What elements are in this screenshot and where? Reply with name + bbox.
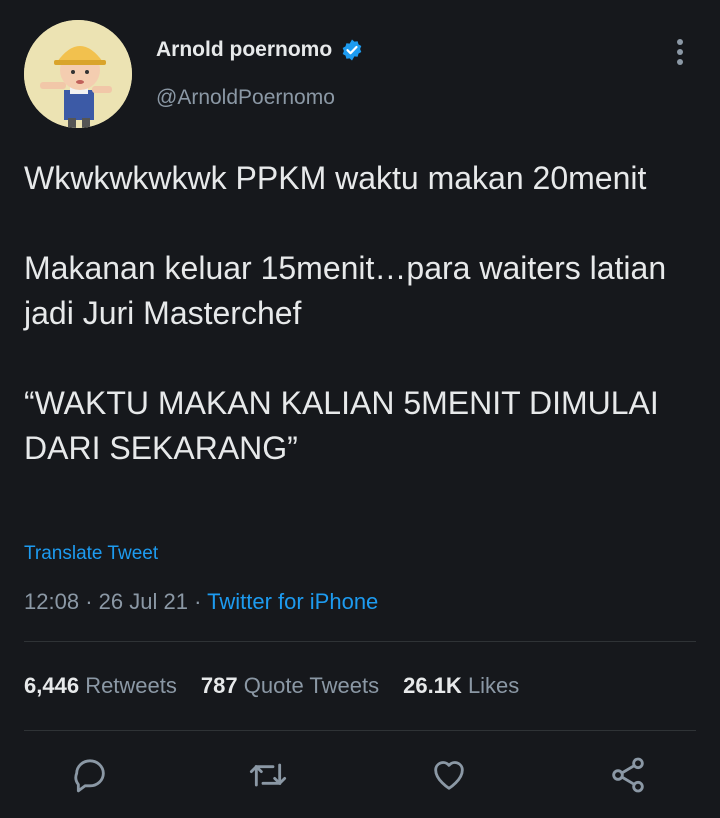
tweet-header: Arnold poernomo @ArnoldPoernomo xyxy=(24,20,696,130)
heart-icon xyxy=(434,761,464,790)
likes-label: Likes xyxy=(467,673,520,698)
author-name-row[interactable]: Arnold poernomo xyxy=(156,38,364,62)
tweet-time: 12:08 xyxy=(24,589,80,614)
tweet-paragraph: Makanan keluar 15menit…para waiters lati… xyxy=(24,250,667,331)
share-button[interactable] xyxy=(603,750,653,800)
reply-icon xyxy=(74,759,105,793)
divider xyxy=(24,730,696,731)
more-vertical-icon[interactable] xyxy=(674,38,686,66)
divider xyxy=(24,641,696,642)
retweets-stat[interactable]: 6,446 Retweets xyxy=(24,673,177,699)
tweet-paragraph: Wkwkwkwkwk PPKM waktu makan 20menit xyxy=(24,160,647,196)
quote-tweets-label: Quote Tweets xyxy=(243,673,380,698)
verified-badge-icon xyxy=(342,39,362,61)
tweet-text: Wkwkwkwkwk PPKM waktu makan 20menit Maka… xyxy=(24,156,684,471)
tweet-source-link[interactable]: Twitter for iPhone xyxy=(207,589,378,614)
tweet-date: 26 Jul 21 xyxy=(98,589,188,614)
separator: · xyxy=(194,589,202,614)
likes-stat[interactable]: 26.1K Likes xyxy=(403,673,519,699)
tweet-meta: 12:08 · 26 Jul 21 · Twitter for iPhone xyxy=(24,589,378,615)
avatar[interactable] xyxy=(24,20,132,128)
quote-tweets-count: 787 xyxy=(200,673,238,698)
share-icon xyxy=(612,757,644,793)
separator: · xyxy=(85,589,93,614)
tweet-stats: 6,446 Retweets 787 Quote Tweets 26.1K Li… xyxy=(24,673,543,699)
tweet-paragraph: “WAKTU MAKAN KALIAN 5MENIT DIMULAI DARI … xyxy=(24,385,659,466)
quote-tweets-stat[interactable]: 787 Quote Tweets xyxy=(201,673,379,699)
retweets-count: 6,446 xyxy=(24,673,80,698)
reply-button[interactable] xyxy=(65,750,115,800)
tweet-actions xyxy=(0,750,720,810)
like-button[interactable] xyxy=(424,750,474,800)
author-name[interactable]: Arnold poernomo xyxy=(156,38,332,62)
retweet-button[interactable] xyxy=(243,750,293,800)
retweets-label: Retweets xyxy=(85,673,177,698)
author-handle[interactable]: @ArnoldPoernomo xyxy=(156,86,335,110)
retweet-icon xyxy=(249,763,287,787)
likes-count: 26.1K xyxy=(403,673,462,698)
translate-tweet-link[interactable]: Translate Tweet xyxy=(24,543,158,565)
